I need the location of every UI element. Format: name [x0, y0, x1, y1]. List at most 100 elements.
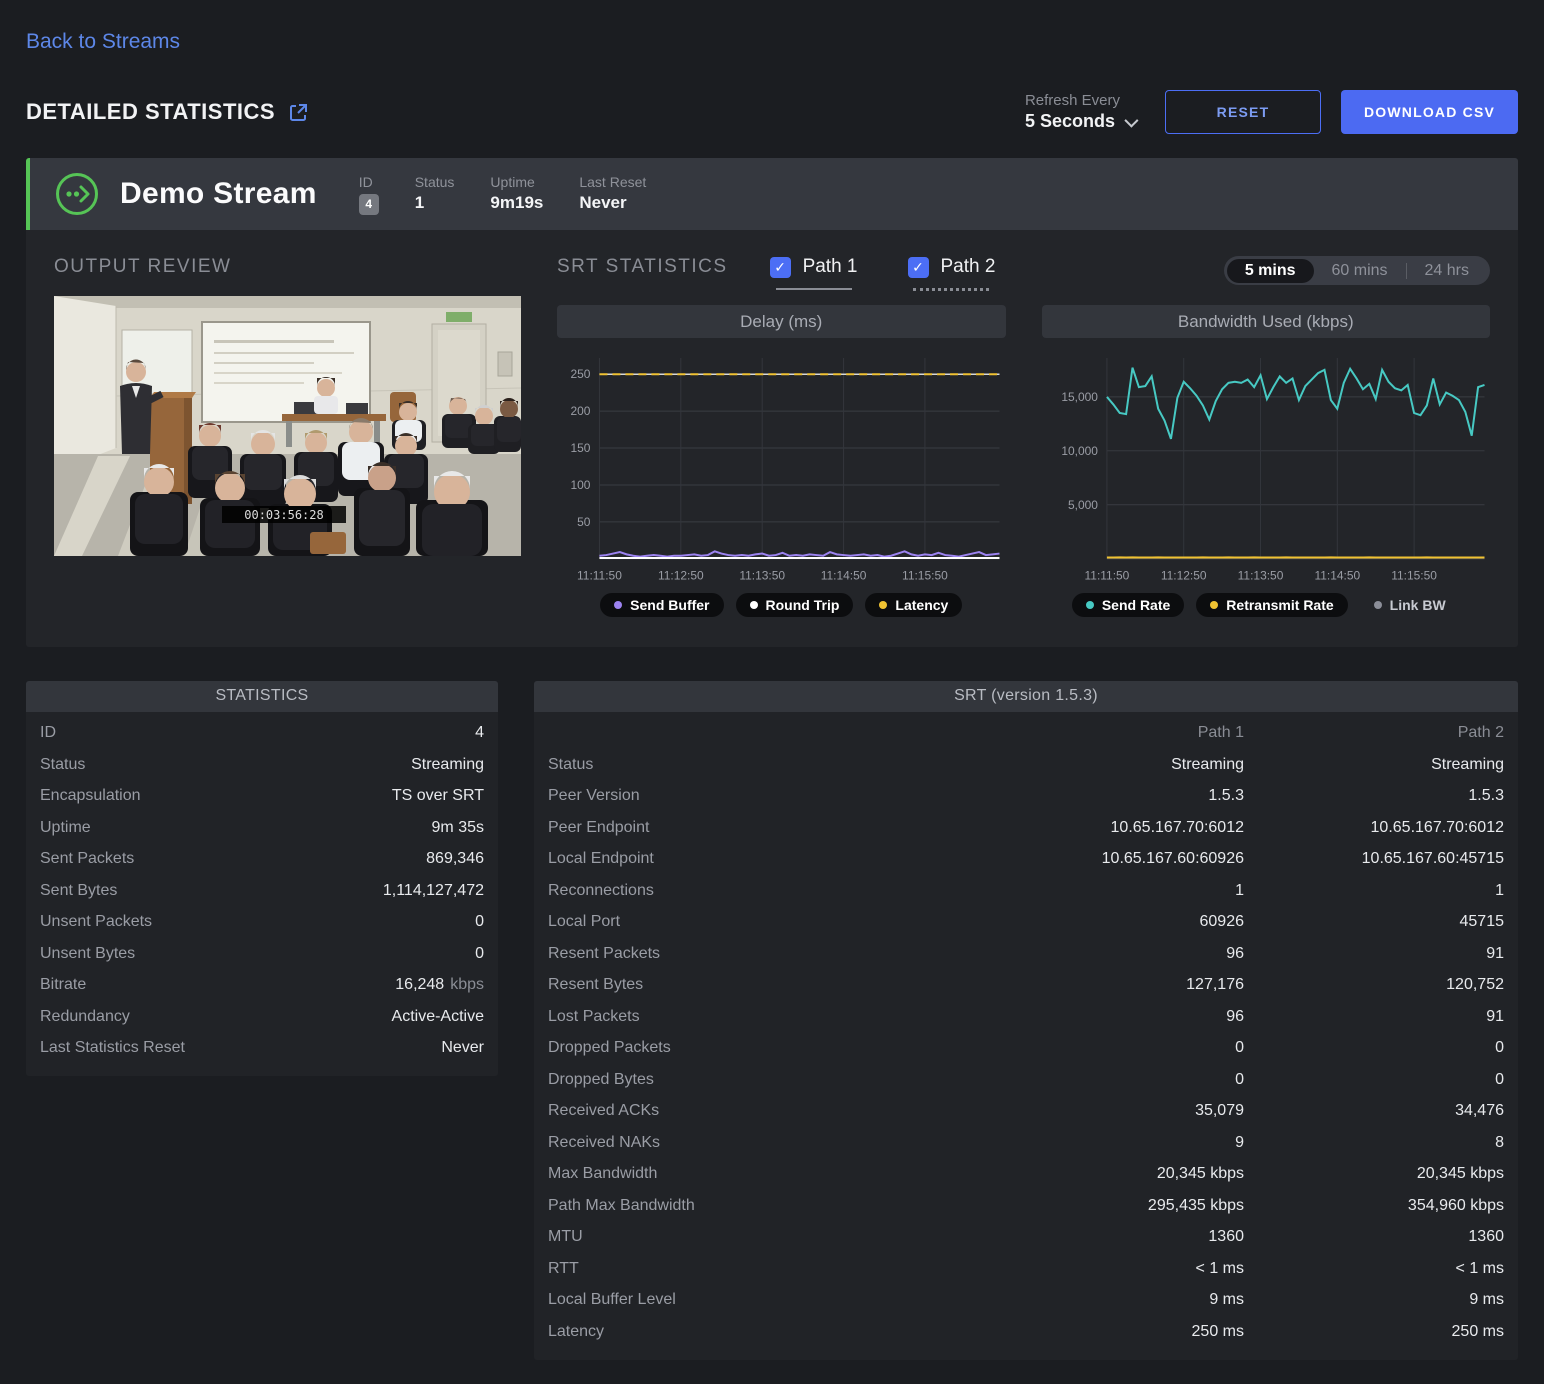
- statistics-table: STATISTICS ID4StatusStreamingEncapsulati…: [26, 681, 498, 1077]
- row-value: 0: [475, 945, 484, 963]
- refresh-every-dropdown[interactable]: Refresh Every 5 Seconds: [1025, 92, 1135, 132]
- path2-checkbox[interactable]: ✓ Path 2: [908, 256, 996, 291]
- path2-value: 120,752: [1244, 976, 1504, 994]
- legend-item[interactable]: Round Trip: [736, 593, 854, 617]
- stream-id-badge: 4: [359, 194, 379, 215]
- path1-value: 127,176: [954, 976, 1244, 994]
- range-5-mins[interactable]: 5 mins: [1227, 259, 1314, 283]
- path2-value: 20,345 kbps: [1244, 1165, 1504, 1183]
- svg-text:15,000: 15,000: [1061, 390, 1098, 404]
- table-row: Bitrate 16,248kbps: [40, 970, 484, 1002]
- back-to-streams-link[interactable]: Back to Streams: [26, 30, 180, 54]
- legend-item[interactable]: Retransmit Rate: [1196, 593, 1347, 617]
- svg-text:11:14:50: 11:14:50: [821, 569, 867, 583]
- row-value: Active-Active: [392, 1008, 484, 1026]
- table-row: StatusStreamingStreaming: [548, 749, 1504, 781]
- legend-dot-icon: [1210, 601, 1218, 609]
- legend-dot-icon: [750, 601, 758, 609]
- video-timecode: 00:03:56:28: [244, 508, 323, 522]
- row-value: 16,248kbps: [395, 976, 484, 994]
- path2-value: 34,476: [1244, 1102, 1504, 1120]
- legend-item[interactable]: Send Buffer: [600, 593, 723, 617]
- table-row: StatusStreaming: [40, 749, 484, 781]
- table-row: MTU13601360: [548, 1222, 1504, 1254]
- row-label: Local Port: [548, 913, 954, 931]
- row-label: Lost Packets: [548, 1008, 954, 1026]
- path2-value: 9 ms: [1244, 1291, 1504, 1309]
- table-row: Received NAKs98: [548, 1127, 1504, 1159]
- row-value: TS over SRT: [392, 787, 484, 805]
- svg-text:50: 50: [577, 515, 591, 529]
- row-label: Status: [40, 756, 85, 774]
- path1-value: 1360: [954, 1228, 1244, 1246]
- table-row: Local Port6092645715: [548, 907, 1504, 939]
- range-24-hrs[interactable]: 24 hrs: [1407, 259, 1487, 283]
- legend-label: Latency: [895, 597, 948, 613]
- row-label: Status: [548, 756, 954, 774]
- legend-item[interactable]: Send Rate: [1072, 593, 1184, 617]
- legend-item[interactable]: Link BW: [1360, 593, 1460, 617]
- path1-value: Streaming: [954, 756, 1244, 774]
- svg-text:5,000: 5,000: [1067, 498, 1097, 512]
- path1-value: 20,345 kbps: [954, 1165, 1244, 1183]
- reset-button[interactable]: RESET: [1165, 90, 1321, 134]
- svg-text:11:13:50: 11:13:50: [1237, 569, 1283, 583]
- refresh-every-label: Refresh Every: [1025, 92, 1135, 109]
- stream-id: ID 4: [359, 174, 379, 215]
- table-row: ID4: [40, 718, 484, 750]
- path2-value: 250 ms: [1244, 1323, 1504, 1341]
- legend-label: Link BW: [1390, 597, 1446, 613]
- path1-value: 9: [954, 1134, 1244, 1152]
- table-row: Path Max Bandwidth295,435 kbps354,960 kb…: [548, 1190, 1504, 1222]
- legend-item[interactable]: Latency: [865, 593, 962, 617]
- row-label: Reconnections: [548, 882, 954, 900]
- table-row: Unsent Packets0: [40, 907, 484, 939]
- path1-value: 10.65.167.70:6012: [954, 819, 1244, 837]
- path1-value: 0: [954, 1071, 1244, 1089]
- row-label: Local Buffer Level: [548, 1291, 954, 1309]
- svg-text:11:12:50: 11:12:50: [658, 569, 704, 583]
- delay-chart-title: Delay (ms): [557, 305, 1006, 338]
- svg-text:250: 250: [570, 367, 590, 381]
- checkbox-checked-icon: ✓: [770, 257, 791, 278]
- svg-text:10,000: 10,000: [1061, 444, 1098, 458]
- path1-value: 35,079: [954, 1102, 1244, 1120]
- row-label: Sent Packets: [40, 850, 134, 868]
- path1-value: 10.65.167.60:60926: [954, 850, 1244, 868]
- svg-text:11:15:50: 11:15:50: [1391, 569, 1437, 583]
- path1-value: < 1 ms: [954, 1260, 1244, 1278]
- table-row: Dropped Bytes00: [548, 1064, 1504, 1096]
- path1-value: 250 ms: [954, 1323, 1244, 1341]
- row-label: Unsent Packets: [40, 913, 152, 931]
- svg-text:11:14:50: 11:14:50: [1314, 569, 1360, 583]
- statistics-table-title: STATISTICS: [26, 681, 498, 712]
- download-csv-button[interactable]: DOWNLOAD CSV: [1341, 90, 1518, 134]
- row-label: Uptime: [40, 819, 91, 837]
- table-row: Uptime 9m 35s: [40, 812, 484, 844]
- path2-value: 10.65.167.70:6012: [1244, 819, 1504, 837]
- row-label: Peer Endpoint: [548, 819, 954, 837]
- path1-value: 0: [954, 1039, 1244, 1057]
- row-label: Dropped Bytes: [548, 1071, 954, 1089]
- row-label: Bitrate: [40, 976, 86, 994]
- row-label: Received ACKs: [548, 1102, 954, 1120]
- path2-value: 91: [1244, 1008, 1504, 1026]
- delay-chart-panel: Delay (ms) 5010015020025011:11:5011:12:5…: [557, 305, 1006, 617]
- path1-checkbox[interactable]: ✓ Path 1: [770, 256, 858, 291]
- row-label: Path Max Bandwidth: [548, 1197, 954, 1215]
- svg-text:11:11:50: 11:11:50: [577, 569, 622, 583]
- legend-dot-icon: [614, 601, 622, 609]
- row-value: Never: [441, 1039, 484, 1057]
- svg-text:11:12:50: 11:12:50: [1160, 569, 1206, 583]
- stream-last-reset: Last Reset Never: [579, 174, 646, 215]
- path2-value: 8: [1244, 1134, 1504, 1152]
- external-link-icon[interactable]: [289, 103, 308, 122]
- table-row: Received ACKs35,07934,476: [548, 1096, 1504, 1128]
- range-60-mins[interactable]: 60 mins: [1314, 259, 1406, 283]
- svg-text:150: 150: [570, 441, 590, 455]
- legend-dot-icon: [1374, 601, 1382, 609]
- row-value: 9m 35s: [432, 819, 484, 837]
- table-row: Peer Endpoint10.65.167.70:601210.65.167.…: [548, 812, 1504, 844]
- path2-value: 1: [1244, 882, 1504, 900]
- time-range-control: 5 mins 60 mins 24 hrs: [1224, 256, 1490, 285]
